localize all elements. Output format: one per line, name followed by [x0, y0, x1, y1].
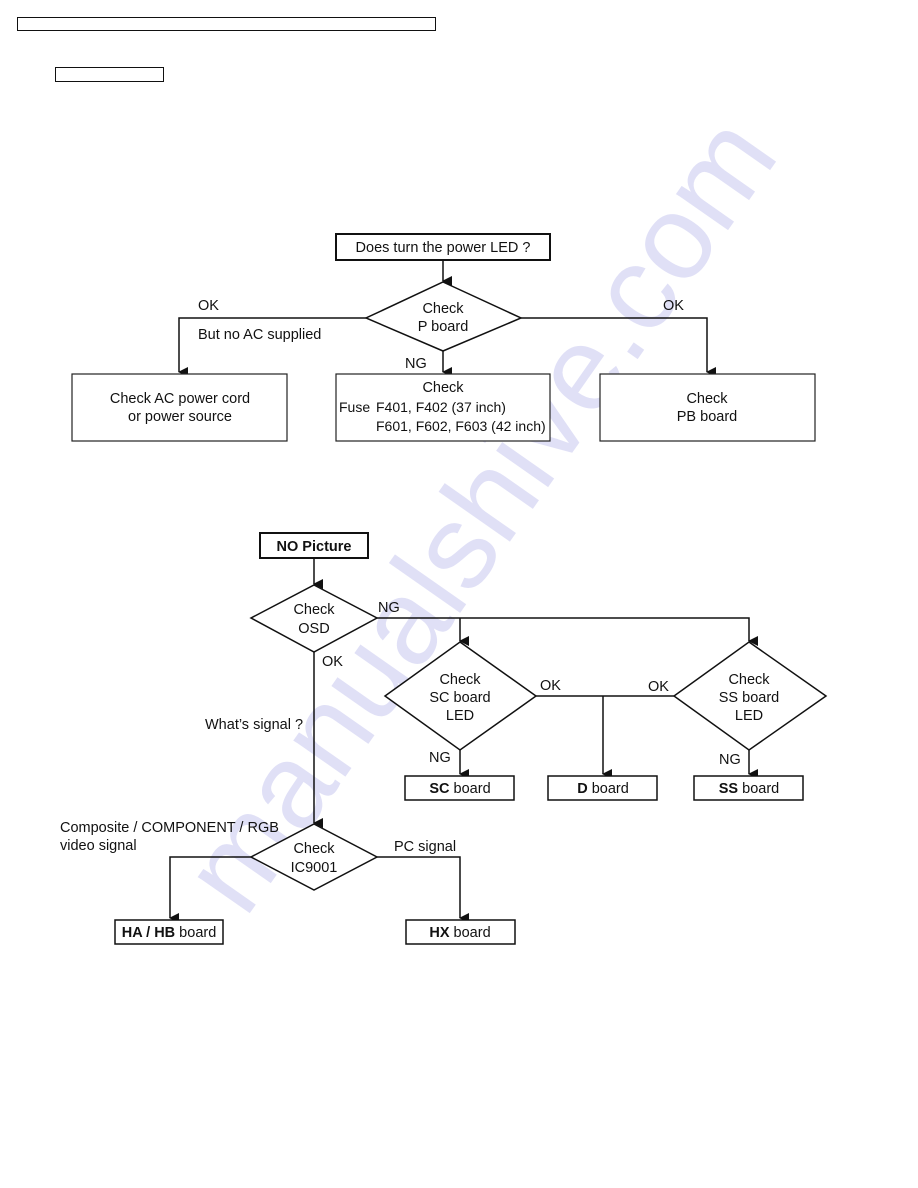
decision-line-2: SS board: [719, 690, 779, 706]
start-box-no-picture: NO Picture: [259, 532, 369, 559]
result-label: D board: [577, 781, 629, 797]
result-bold: HA / HB: [122, 925, 175, 941]
pc-signal-label: PC signal: [394, 839, 456, 855]
result-bold: D: [577, 781, 587, 797]
decision-line-2: IC9001: [291, 860, 338, 876]
result-ss-board: SS board: [693, 775, 804, 801]
decision-line-3: LED: [446, 708, 474, 724]
decision-line-2: P board: [418, 319, 469, 335]
video-label-line-2: video signal: [60, 838, 137, 854]
result-check-fuse: Check Fuse F401, F402 (37 inch) F601, F6…: [335, 373, 551, 442]
result-sc-board: SC board: [404, 775, 515, 801]
start-label: NO Picture: [277, 539, 352, 555]
result-d-board: D board: [547, 775, 658, 801]
result-bold: SS: [719, 781, 739, 797]
watermark-text: manualshive.com: [157, 93, 802, 935]
decision-check-p-board: Check P board: [364, 281, 523, 352]
decision-line-3: LED: [735, 708, 763, 724]
result-line-2: PB board: [677, 409, 737, 425]
down-branch-ng-label: NG: [405, 356, 427, 372]
result-bold: SC: [429, 781, 450, 797]
decision-line-1: Check: [293, 602, 335, 618]
fuse-line-2: F601, F602, F603 (42 inch): [376, 418, 546, 434]
result-line-1: Check: [686, 391, 728, 407]
result-bold: HX: [429, 925, 449, 941]
result-ha-hb-board: HA / HB board: [114, 919, 224, 945]
decision-line-1: Check: [422, 301, 464, 317]
fuse-line-1: F401, F402 (37 inch): [376, 399, 506, 415]
decision-line-1: Check: [728, 672, 770, 688]
fuse-prefix: Fuse: [339, 399, 370, 415]
result-rest: board: [175, 925, 216, 941]
decision-check-ss-board-led: Check SS board LED: [672, 641, 828, 751]
flowchart-canvas: manualshive.com Does turn the power LED …: [60, 93, 828, 945]
result-rest: board: [588, 781, 629, 797]
arrow-ic-to-hx: [377, 856, 469, 923]
decision-line-1: Check: [293, 841, 335, 857]
right-branch-ok-label: OK: [663, 298, 684, 314]
result-label: SS board: [719, 781, 779, 797]
result-rest: board: [450, 925, 491, 941]
result-rest: board: [738, 781, 779, 797]
result-check-ac-power: Check AC power cord or power source: [71, 373, 288, 442]
signal-question-label: What’s signal ?: [205, 717, 303, 733]
ss-ng-label: NG: [719, 752, 741, 768]
result-hx-board: HX board: [405, 919, 516, 945]
result-label: SC board: [429, 781, 490, 797]
sc-ok-label: OK: [540, 678, 561, 694]
decision-line-2: OSD: [298, 621, 329, 637]
watermark: manualshive.com: [157, 93, 802, 935]
left-branch-ok-label: OK: [198, 298, 219, 314]
osd-ng-label: NG: [378, 600, 400, 616]
start-label: Does turn the power LED ?: [356, 240, 531, 256]
decision-line-1: Check: [439, 672, 481, 688]
start-box-power-led: Does turn the power LED ?: [335, 233, 551, 261]
video-label-line-1: Composite / COMPONENT / RGB: [60, 820, 279, 836]
sc-ng-label: NG: [429, 750, 451, 766]
ss-ok-label: OK: [648, 679, 669, 695]
result-check-pb-board: Check PB board: [599, 373, 816, 442]
result-rest: board: [450, 781, 491, 797]
result-label: HX board: [429, 925, 490, 941]
left-branch-note: But no AC supplied: [198, 327, 321, 343]
decision-line-2: SC board: [429, 690, 490, 706]
result-line-1: Check AC power cord: [110, 391, 250, 407]
result-line-2: or power source: [128, 409, 232, 425]
result-label: HA / HB board: [122, 925, 217, 941]
fuse-title: Check: [422, 380, 464, 396]
osd-ok-label: OK: [322, 654, 343, 670]
